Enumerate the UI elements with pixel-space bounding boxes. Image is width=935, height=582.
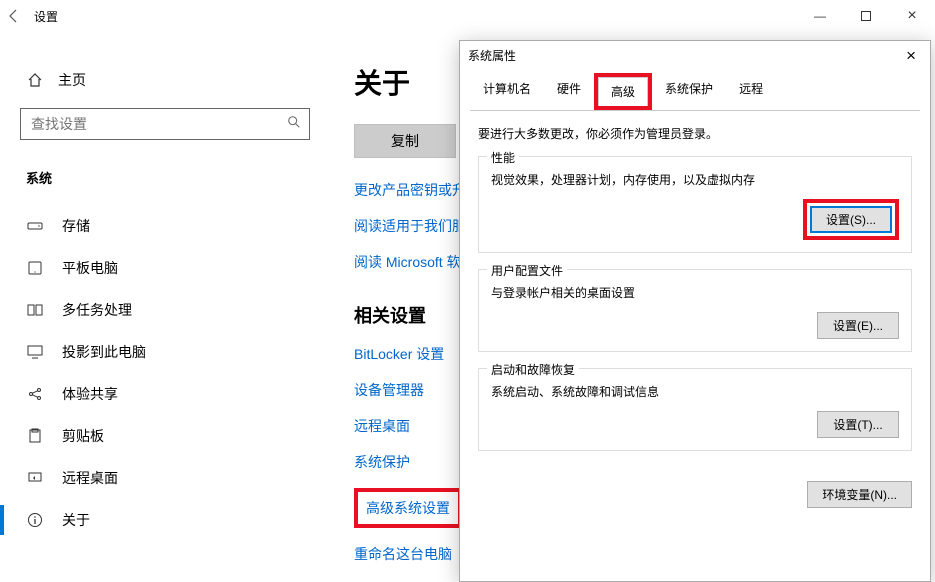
link-advanced-system-settings[interactable]: 高级系统设置	[366, 498, 450, 518]
sidebar-item-label: 投影到此电脑	[62, 342, 146, 362]
sidebar-item-label: 剪贴板	[62, 426, 104, 446]
dialog-close-button[interactable]: ×	[900, 45, 922, 66]
clipboard-icon	[26, 427, 44, 445]
dialog-title: 系统属性	[468, 47, 516, 64]
home-icon	[26, 71, 44, 89]
tab-remote[interactable]: 远程	[726, 74, 776, 111]
startup-recovery-title: 启动和故障恢复	[487, 361, 579, 378]
sidebar-item-clipboard[interactable]: 剪贴板	[20, 415, 310, 457]
sidebar-item-label: 平板电脑	[62, 258, 118, 278]
environment-variables-button[interactable]: 环境变量(N)...	[807, 481, 912, 508]
user-profiles-group: 用户配置文件 与登录帐户相关的桌面设置 设置(E)...	[478, 269, 912, 352]
tab-computer-name[interactable]: 计算机名	[470, 74, 544, 111]
home-link[interactable]: 主页	[26, 70, 310, 90]
storage-icon	[26, 217, 44, 235]
admin-note: 要进行大多数更改，你必须作为管理员登录。	[478, 125, 912, 142]
user-profiles-title: 用户配置文件	[487, 262, 567, 279]
sidebar-item-label: 关于	[62, 510, 90, 530]
dialog-body: 要进行大多数更改，你必须作为管理员登录。 性能 视觉效果，处理器计划，内存使用，…	[460, 111, 930, 481]
performance-group: 性能 视觉效果，处理器计划，内存使用，以及虚拟内存 设置(S)...	[478, 156, 912, 253]
window-controls: — ×	[797, 0, 935, 32]
tablet-icon	[26, 259, 44, 277]
sidebar-item-storage[interactable]: 存储	[20, 205, 310, 247]
user-profiles-settings-button[interactable]: 设置(E)...	[817, 312, 899, 339]
share-icon	[26, 385, 44, 403]
project-icon	[26, 343, 44, 361]
maximize-button[interactable]	[843, 0, 889, 32]
copy-button[interactable]: 复制	[354, 124, 456, 158]
back-button[interactable]	[0, 0, 28, 32]
home-label: 主页	[58, 70, 86, 90]
titlebar: 设置 — ×	[0, 0, 935, 32]
search-icon	[287, 115, 301, 134]
sidebar-item-shared[interactable]: 体验共享	[20, 373, 310, 415]
tab-system-protection[interactable]: 系统保护	[652, 74, 726, 111]
dialog-tabs: 计算机名 硬件 高级 系统保护 远程	[470, 73, 920, 111]
startup-recovery-desc: 系统启动、系统故障和调试信息	[491, 383, 899, 401]
window-title: 设置	[28, 8, 58, 25]
highlight-advanced-settings: 高级系统设置	[354, 488, 462, 528]
minimize-button[interactable]: —	[797, 0, 843, 32]
remote-icon	[26, 469, 44, 487]
sidebar-item-tablet[interactable]: 平板电脑	[20, 247, 310, 289]
sidebar-item-about[interactable]: 关于	[20, 499, 310, 541]
performance-desc: 视觉效果，处理器计划，内存使用，以及虚拟内存	[491, 171, 899, 189]
tab-advanced[interactable]: 高级	[598, 77, 648, 106]
dialog-titlebar: 系统属性 ×	[460, 41, 930, 69]
sidebar-item-label: 远程桌面	[62, 468, 118, 488]
search-input[interactable]	[29, 115, 287, 133]
sidebar-item-label: 体验共享	[62, 384, 118, 404]
close-button[interactable]: ×	[889, 0, 935, 32]
startup-recovery-settings-button[interactable]: 设置(T)...	[817, 411, 899, 438]
performance-title: 性能	[487, 149, 519, 166]
sidebar: 主页 系统 存储 平板电脑 多任务处理	[0, 32, 330, 582]
sidebar-item-remote[interactable]: 远程桌面	[20, 457, 310, 499]
system-properties-dialog: 系统属性 × 计算机名 硬件 高级 系统保护 远程 要进行大多数更改，你必须作为…	[459, 40, 931, 582]
tab-hardware[interactable]: 硬件	[544, 74, 594, 111]
sidebar-item-label: 存储	[62, 216, 90, 236]
startup-recovery-group: 启动和故障恢复 系统启动、系统故障和调试信息 设置(T)...	[478, 368, 912, 451]
highlight-perf-settings: 设置(S)...	[803, 199, 899, 240]
multitask-icon	[26, 301, 44, 319]
user-profiles-desc: 与登录帐户相关的桌面设置	[491, 284, 899, 302]
search-box[interactable]	[20, 108, 310, 140]
category-header: 系统	[26, 168, 310, 187]
sidebar-item-label: 多任务处理	[62, 300, 132, 320]
info-icon	[26, 511, 44, 529]
highlight-advanced-tab: 高级	[594, 73, 652, 110]
performance-settings-button[interactable]: 设置(S)...	[810, 206, 892, 233]
sidebar-item-multitasking[interactable]: 多任务处理	[20, 289, 310, 331]
sidebar-item-projecting[interactable]: 投影到此电脑	[20, 331, 310, 373]
